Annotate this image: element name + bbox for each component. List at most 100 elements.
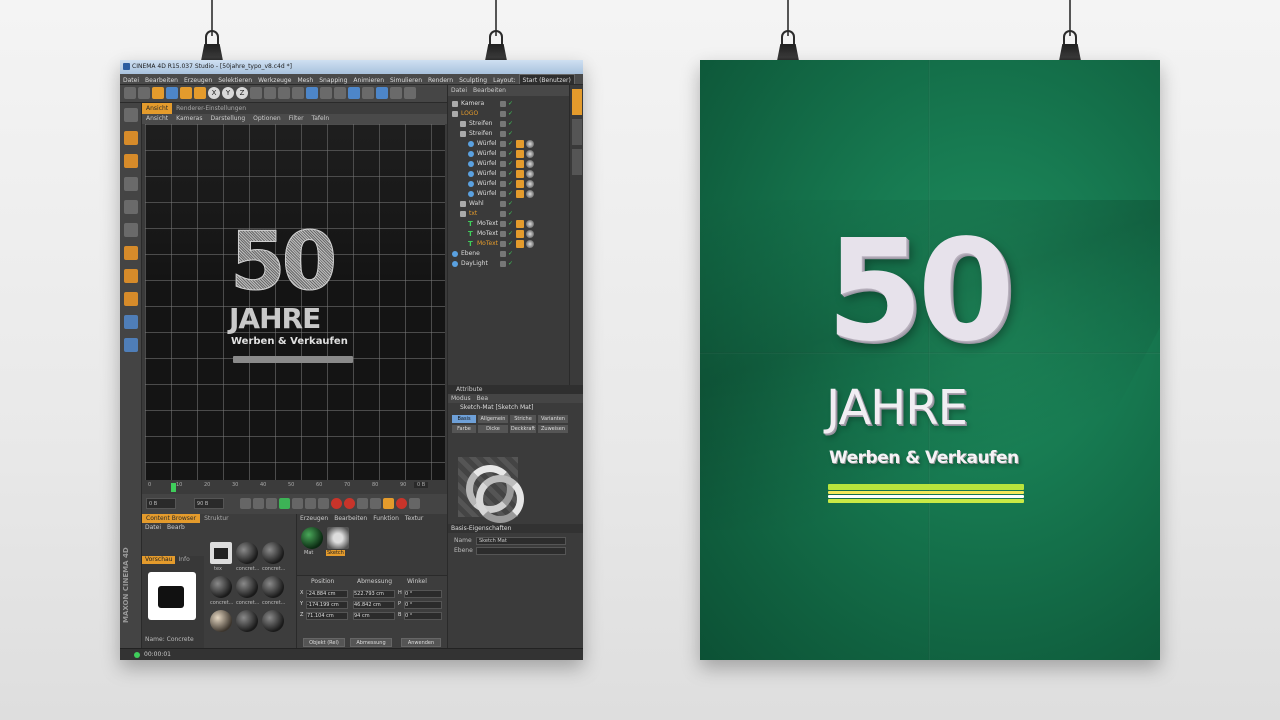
tag-icon[interactable] bbox=[516, 150, 524, 158]
render-view-icon[interactable] bbox=[264, 87, 276, 99]
select-icon[interactable] bbox=[152, 87, 164, 99]
material-tag-icon[interactable] bbox=[526, 230, 534, 238]
viewport-menu-item[interactable]: Darstellung bbox=[206, 114, 249, 124]
go-to-start-icon[interactable] bbox=[239, 498, 251, 509]
menu-item[interactable]: Animieren bbox=[350, 75, 387, 84]
start-frame-field[interactable]: 0 B bbox=[146, 498, 176, 509]
enable-check-icon[interactable]: ✓ bbox=[508, 141, 513, 147]
object-row[interactable]: Würfel ✓ bbox=[448, 159, 570, 169]
deformer-icon[interactable] bbox=[362, 87, 374, 99]
keyframe-icon[interactable] bbox=[356, 498, 368, 509]
visibility-toggle-icon[interactable] bbox=[500, 211, 506, 217]
enable-check-icon[interactable]: ✓ bbox=[508, 171, 513, 177]
spline-icon[interactable] bbox=[320, 87, 332, 99]
enable-check-icon[interactable]: ✓ bbox=[508, 221, 513, 227]
scene-icon[interactable] bbox=[376, 87, 388, 99]
visibility-toggle-icon[interactable] bbox=[500, 201, 506, 207]
tab-farbe[interactable]: Farbe bbox=[452, 425, 476, 433]
position-field[interactable]: 71.104 cm bbox=[306, 612, 348, 620]
3d-viewport[interactable]: 50 JAHRE Werben & Verkaufen bbox=[145, 124, 445, 480]
object-row[interactable]: Würfel ✓ bbox=[448, 179, 570, 189]
mat-menu-item[interactable]: Bearbeiten bbox=[331, 514, 370, 523]
name-field[interactable]: Sketch Mat bbox=[476, 537, 566, 545]
tab-zuweisen[interactable]: Zuweisen bbox=[538, 425, 568, 433]
points-mode-icon[interactable] bbox=[123, 177, 138, 191]
object-row[interactable]: DayLight ✓ bbox=[448, 259, 570, 269]
viewport-menu-item[interactable]: Ansicht bbox=[142, 114, 172, 124]
enable-check-icon[interactable]: ✓ bbox=[508, 251, 513, 257]
visibility-toggle-icon[interactable] bbox=[500, 121, 506, 127]
tag-icon[interactable] bbox=[516, 160, 524, 168]
tab-info[interactable]: Info bbox=[175, 556, 192, 564]
tag-icon[interactable] bbox=[516, 140, 524, 148]
tab-dicke[interactable]: Dicke bbox=[478, 425, 508, 433]
visibility-toggle-icon[interactable] bbox=[500, 221, 506, 227]
cb-menu-item[interactable]: Bearb bbox=[164, 523, 188, 532]
tab-struktur-side[interactable] bbox=[572, 119, 582, 145]
visibility-toggle-icon[interactable] bbox=[500, 131, 506, 137]
attr-menu-item[interactable]: Bea bbox=[474, 394, 491, 403]
object-row[interactable]: T MoText ✓ bbox=[448, 239, 570, 249]
material-thumb[interactable] bbox=[210, 576, 232, 598]
tab-objekte[interactable] bbox=[572, 89, 582, 115]
menu-item[interactable]: Sculpting bbox=[456, 75, 490, 84]
apply-button[interactable]: Anwenden bbox=[401, 638, 441, 647]
viewport-menu-item[interactable]: Tafeln bbox=[308, 114, 334, 124]
enable-check-icon[interactable]: ✓ bbox=[508, 211, 513, 217]
enable-check-icon[interactable]: ✓ bbox=[508, 111, 513, 117]
rotate-icon[interactable] bbox=[194, 87, 206, 99]
material-thumb[interactable] bbox=[210, 610, 232, 632]
workplane-icon[interactable] bbox=[123, 315, 138, 329]
menu-item[interactable]: Bearbeiten bbox=[142, 75, 181, 84]
z-axis-icon[interactable]: Z bbox=[236, 87, 248, 99]
material-thumb[interactable] bbox=[236, 610, 258, 632]
enable-check-icon[interactable]: ✓ bbox=[508, 161, 513, 167]
object-row[interactable]: LOGO ✓ bbox=[448, 109, 570, 119]
object-row[interactable]: Würfel ✓ bbox=[448, 149, 570, 159]
visibility-toggle-icon[interactable] bbox=[500, 191, 506, 197]
tab-varianten[interactable]: Varianten bbox=[538, 415, 568, 423]
coordinate-system-icon[interactable] bbox=[250, 87, 262, 99]
enable-check-icon[interactable]: ✓ bbox=[508, 231, 513, 237]
object-row[interactable]: Streifen ✓ bbox=[448, 119, 570, 129]
record-icon[interactable] bbox=[330, 498, 342, 509]
material-tag-icon[interactable] bbox=[526, 240, 534, 248]
menu-item[interactable]: Snapping bbox=[316, 75, 350, 84]
make-editable-icon[interactable] bbox=[123, 108, 138, 122]
material-tag-icon[interactable] bbox=[526, 170, 534, 178]
tag-icon[interactable] bbox=[516, 190, 524, 198]
key-settings-icon[interactable] bbox=[369, 498, 381, 509]
play-icon[interactable] bbox=[278, 498, 290, 509]
snap-icon[interactable] bbox=[123, 269, 138, 283]
lock-workplane-icon[interactable] bbox=[123, 338, 138, 352]
object-row[interactable]: Wahl ✓ bbox=[448, 199, 570, 209]
obj-menu-item[interactable]: Datei bbox=[448, 85, 470, 96]
visibility-toggle-icon[interactable] bbox=[500, 171, 506, 177]
camera-icon[interactable] bbox=[390, 87, 402, 99]
material-tag-icon[interactable] bbox=[526, 220, 534, 228]
tag-icon[interactable] bbox=[516, 230, 524, 238]
loop-icon[interactable] bbox=[317, 498, 329, 509]
viewport-menu-item[interactable]: Kameras bbox=[172, 114, 206, 124]
y-axis-icon[interactable]: Y bbox=[222, 87, 234, 99]
tab-struktur[interactable]: Struktur bbox=[200, 514, 233, 523]
nurbs-icon[interactable] bbox=[334, 87, 346, 99]
timeline-ruler[interactable]: 0 10 20 30 40 50 60 70 80 90 0 B bbox=[142, 480, 447, 494]
enable-check-icon[interactable]: ✓ bbox=[508, 181, 513, 187]
move-icon[interactable] bbox=[166, 87, 178, 99]
visibility-toggle-icon[interactable] bbox=[500, 261, 506, 267]
object-row[interactable]: Würfel ✓ bbox=[448, 169, 570, 179]
attr-menu-item[interactable]: Modus bbox=[448, 394, 474, 403]
visibility-toggle-icon[interactable] bbox=[500, 111, 506, 117]
mat-menu-item[interactable]: Erzeugen bbox=[297, 514, 331, 523]
tab-deckkraft[interactable]: Deckkraft bbox=[510, 425, 536, 433]
material-thumb[interactable] bbox=[236, 542, 258, 564]
enable-check-icon[interactable]: ✓ bbox=[508, 191, 513, 197]
enable-check-icon[interactable]: ✓ bbox=[508, 241, 513, 247]
render-settings-icon[interactable] bbox=[292, 87, 304, 99]
enable-check-icon[interactable]: ✓ bbox=[508, 121, 513, 127]
step-back-icon[interactable] bbox=[252, 498, 264, 509]
viewport-menu-item[interactable]: Optionen bbox=[249, 114, 285, 124]
tag-icon[interactable] bbox=[516, 220, 524, 228]
enable-check-icon[interactable]: ✓ bbox=[508, 131, 513, 137]
